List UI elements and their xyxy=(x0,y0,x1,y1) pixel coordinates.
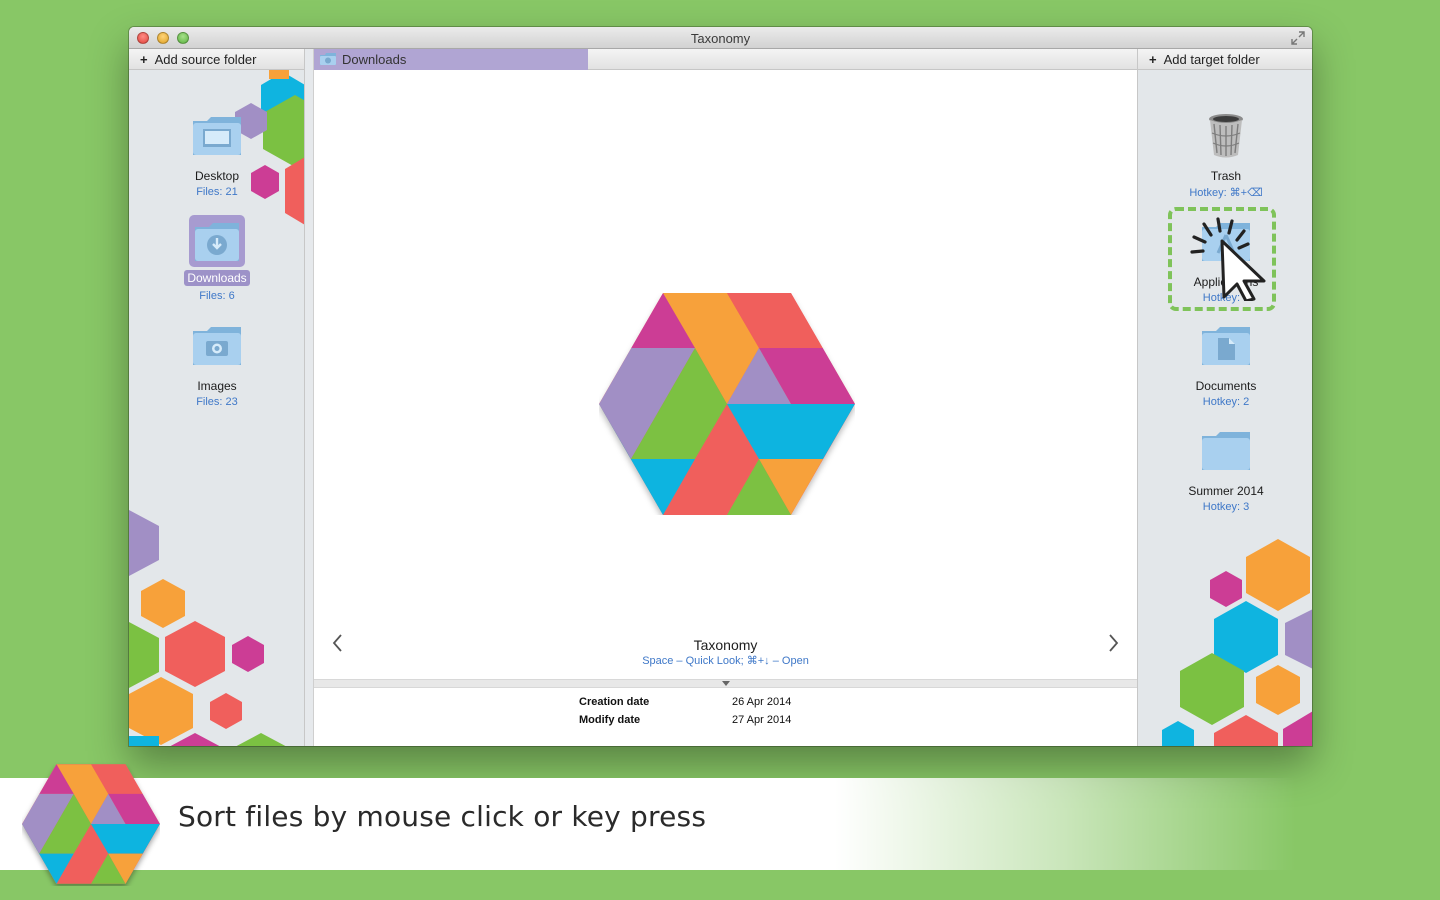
folder-icon xyxy=(1202,432,1250,470)
folder-name: Desktop xyxy=(194,169,240,183)
folder-file-count: Files: 23 xyxy=(196,396,238,408)
folder-file-count: Files: 6 xyxy=(199,290,235,302)
folder-name: Summer 2014 xyxy=(1188,484,1264,498)
decorative-hexagons-bottom-left xyxy=(129,510,286,746)
target-folder-trash[interactable]: Trash Hotkey: ⌘+⌫ xyxy=(1166,111,1286,199)
keyboard-hint: Space – Quick Look; ⌘+↓ – Open xyxy=(642,655,809,667)
folder-hotkey: Hotkey: ⌘+⌫ xyxy=(1189,187,1263,199)
folder-hotkey: Hotkey: 2 xyxy=(1202,396,1250,408)
info-row-creation: Creation date 26 Apr 2014 xyxy=(579,696,791,708)
app-window: Taxonomy + Add source folder Desktop Fil… xyxy=(129,27,1312,746)
selection-highlight xyxy=(189,215,245,267)
info-toggle-bar[interactable] xyxy=(314,679,1137,688)
add-target-folder-label: Add target folder xyxy=(1163,52,1260,67)
target-folders-panel: + Add target folder Trash Hotkey: ⌘+⌫ Ho… xyxy=(1137,49,1312,746)
target-folder-summer-2014[interactable]: Summer 2014 Hotkey: 3 xyxy=(1166,426,1286,513)
info-value: 27 Apr 2014 xyxy=(732,714,792,726)
splitter[interactable] xyxy=(305,49,314,746)
info-row-modify: Modify date 27 Apr 2014 xyxy=(579,714,791,726)
target-folder-documents[interactable]: Documents Hotkey: 2 xyxy=(1166,321,1286,408)
taxonomy-app-preview-icon xyxy=(599,293,855,515)
fullscreen-icon[interactable] xyxy=(1290,30,1306,46)
source-folder-downloads[interactable]: Downloads Files: 6 xyxy=(157,215,277,302)
title-bar: Taxonomy xyxy=(129,27,1312,49)
file-preview-area: Downloads Taxonomy Space – Quick Look; ⌘… xyxy=(314,49,1137,746)
disclosure-triangle-icon xyxy=(722,681,730,686)
info-value: 26 Apr 2014 xyxy=(732,696,792,708)
path-crumb-downloads[interactable]: Downloads xyxy=(314,49,588,70)
banner-tagline: Sort files by mouse click or key press xyxy=(178,800,707,833)
plus-icon: + xyxy=(1149,52,1157,67)
folder-name: Trash xyxy=(1210,169,1242,183)
add-source-folder-button[interactable]: + Add source folder xyxy=(129,49,304,70)
folder-hotkey: Hotkey: 3 xyxy=(1202,501,1250,513)
plus-icon: + xyxy=(140,52,148,67)
window-title: Taxonomy xyxy=(690,31,751,46)
info-label: Creation date xyxy=(579,696,650,708)
path-crumb-label: Downloads xyxy=(342,52,407,67)
source-folders-panel: + Add source folder Desktop Files: 21 Do… xyxy=(129,49,305,746)
decorative-hexagons-bottom-right xyxy=(1162,539,1312,746)
add-source-folder-label: Add source folder xyxy=(154,52,257,67)
source-folder-desktop[interactable]: Desktop Files: 21 xyxy=(157,111,277,198)
documents-folder-icon xyxy=(1202,327,1250,365)
add-target-folder-button[interactable]: + Add target folder xyxy=(1138,49,1312,70)
source-folder-images[interactable]: Images Files: 23 xyxy=(157,321,277,408)
desktop-folder-icon xyxy=(193,117,241,155)
folder-name: Documents xyxy=(1195,379,1257,393)
mouse-click-cursor-icon xyxy=(1190,217,1266,301)
folder-name: Images xyxy=(197,379,237,393)
taxonomy-logo-icon xyxy=(22,764,160,884)
trash-icon xyxy=(1209,114,1243,158)
folder-name: Downloads xyxy=(184,270,250,286)
folder-file-count: Files: 21 xyxy=(196,186,238,198)
downloads-folder-icon xyxy=(195,223,239,261)
info-label: Modify date xyxy=(579,714,641,726)
downloads-folder-small-icon xyxy=(320,53,336,65)
pictures-folder-icon xyxy=(193,327,241,365)
path-bar: Downloads xyxy=(314,49,1137,70)
preview-file-name: Taxonomy xyxy=(693,637,758,653)
